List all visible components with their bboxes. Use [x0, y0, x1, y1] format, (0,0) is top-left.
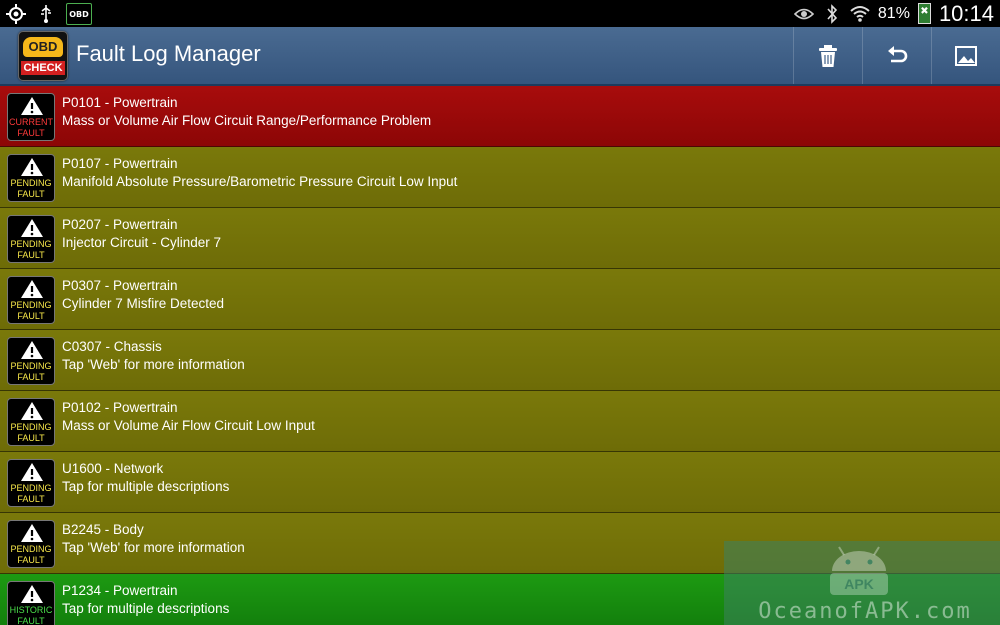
status-bar: OBD 81% 10:14 [0, 0, 1000, 27]
fault-description: Manifold Absolute Pressure/Barometric Pr… [62, 174, 458, 189]
warning-icon [21, 280, 43, 298]
app-icon-obd-text: OBD [23, 37, 63, 57]
badge-fault-text: FAULT [17, 433, 45, 443]
warning-icon [21, 585, 43, 603]
fault-row[interactable]: PENDING FAULT P0102 - Powertrain Mass or… [0, 391, 1000, 452]
badge-fault-text: FAULT [17, 555, 45, 565]
trash-icon [819, 44, 837, 67]
warning-icon [21, 158, 43, 176]
fault-description: Cylinder 7 Misfire Detected [62, 296, 225, 311]
undo-button[interactable] [862, 27, 931, 84]
fault-row[interactable]: PENDING FAULT P0307 - Powertrain Cylinde… [0, 269, 1000, 330]
page-title: Fault Log Manager [76, 41, 261, 66]
warning-icon [21, 524, 43, 542]
battery-icon [917, 3, 931, 24]
fault-code: B2245 - Body [62, 522, 144, 537]
badge-status-text: HISTORIC [9, 605, 53, 615]
fault-status-badge: PENDING FAULT [7, 398, 55, 446]
fault-status-badge: PENDING FAULT [7, 337, 55, 385]
warning-icon [21, 341, 43, 359]
badge-fault-text: FAULT [17, 494, 45, 504]
fault-description: Tap for multiple descriptions [62, 479, 230, 494]
action-buttons [793, 27, 1000, 84]
gps-icon [6, 4, 26, 24]
clock: 10:14 [938, 0, 994, 26]
fault-status-badge: PENDING FAULT [7, 520, 55, 568]
undo-icon [888, 45, 908, 62]
fault-row[interactable]: CURRENT FAULT P0101 - Powertrain Mass or… [0, 86, 1000, 147]
warning-icon [21, 219, 43, 237]
status-right-icons: 81% 10:14 [793, 0, 994, 27]
action-bar: OBD CHECK Fault Log Manager [0, 27, 1000, 86]
badge-status-text: PENDING [10, 483, 52, 493]
badge-status-text: CURRENT [9, 117, 53, 127]
badge-status-text: PENDING [10, 544, 52, 554]
image-button[interactable] [931, 27, 1000, 84]
fault-row[interactable]: PENDING FAULT P0207 - Powertrain Injecto… [0, 208, 1000, 269]
warning-icon [21, 97, 43, 115]
fault-status-badge: PENDING FAULT [7, 154, 55, 202]
badge-fault-text: FAULT [17, 250, 45, 260]
usb-icon [36, 4, 56, 24]
fault-row[interactable]: PENDING FAULT P0107 - Powertrain Manifol… [0, 147, 1000, 208]
fault-description: Tap for multiple descriptions [62, 601, 230, 616]
warning-icon [21, 463, 43, 481]
fault-code: P0207 - Powertrain [62, 217, 178, 232]
fault-description: Mass or Volume Air Flow Circuit Range/Pe… [62, 113, 432, 128]
badge-fault-text: FAULT [17, 128, 45, 138]
fault-code: C0307 - Chassis [62, 339, 162, 354]
badge-fault-text: FAULT [17, 311, 45, 321]
bluetooth-icon [822, 3, 842, 24]
badge-fault-text: FAULT [17, 372, 45, 382]
status-left-icons: OBD [6, 3, 92, 25]
badge-status-text: PENDING [10, 239, 52, 249]
app-icon[interactable]: OBD CHECK [18, 31, 68, 81]
fault-description: Mass or Volume Air Flow Circuit Low Inpu… [62, 418, 315, 433]
badge-fault-text: FAULT [17, 616, 45, 625]
badge-status-text: PENDING [10, 422, 52, 432]
fault-description: Tap 'Web' for more information [62, 357, 245, 372]
fault-status-badge: HISTORIC FAULT [7, 581, 55, 625]
watermark: APK OceanofAPK.com [724, 541, 1000, 625]
fault-description: Injector Circuit - Cylinder 7 [62, 235, 222, 250]
fault-code: P0101 - Powertrain [62, 95, 178, 110]
badge-status-text: PENDING [10, 178, 52, 188]
fault-row[interactable]: PENDING FAULT U1600 - Network Tap for mu… [0, 452, 1000, 513]
android-robot-icon: APK [830, 546, 888, 595]
warning-icon [21, 402, 43, 420]
image-icon [955, 45, 977, 66]
wifi-icon [850, 4, 870, 24]
battery-percent: 81% [877, 4, 910, 22]
fault-code: U1600 - Network [62, 461, 164, 476]
watermark-text: OceanofAPK.com [758, 599, 972, 624]
fault-status-badge: PENDING FAULT [7, 276, 55, 324]
fault-status-badge: CURRENT FAULT [7, 93, 55, 141]
fault-code: P1234 - Powertrain [62, 583, 178, 598]
obd-notification-icon: OBD [66, 3, 92, 25]
fault-status-badge: PENDING FAULT [7, 459, 55, 507]
fault-status-badge: PENDING FAULT [7, 215, 55, 263]
fault-code: P0107 - Powertrain [62, 156, 178, 171]
app-icon-check-text: CHECK [21, 61, 65, 75]
fault-row[interactable]: PENDING FAULT C0307 - Chassis Tap 'Web' … [0, 330, 1000, 391]
badge-status-text: PENDING [10, 300, 52, 310]
fault-description: Tap 'Web' for more information [62, 540, 245, 555]
eye-icon [793, 4, 814, 24]
watermark-badge: APK [844, 576, 874, 592]
fault-code: P0102 - Powertrain [62, 400, 178, 415]
fault-code: P0307 - Powertrain [62, 278, 178, 293]
badge-fault-text: FAULT [17, 189, 45, 199]
badge-status-text: PENDING [10, 361, 52, 371]
delete-button[interactable] [793, 27, 862, 84]
